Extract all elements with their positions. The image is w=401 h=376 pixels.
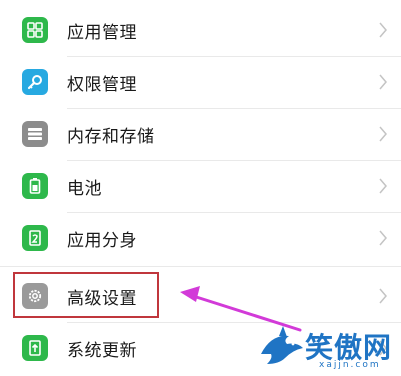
shark-logo-icon [261,326,303,364]
chevron-right-icon [379,230,387,246]
settings-item-label: 内存和存储 [67,126,155,147]
section-divider [0,266,401,267]
settings-item-permission-management[interactable]: 权限管理 [0,56,401,108]
watermark-url: xajjn.com [319,360,381,370]
key-icon [22,69,48,95]
watermark: 笑傲网 xajjn.com [257,324,397,374]
settings-item-memory-storage[interactable]: 内存和存储 [0,108,401,160]
chevron-right-icon [379,126,387,142]
highlight-box [13,272,159,318]
settings-item-label: 系统更新 [67,340,137,361]
settings-item-app-clone[interactable]: 应用分身 [0,212,401,264]
storage-list-icon [22,121,48,147]
chevron-right-icon [379,22,387,38]
settings-item-app-management[interactable]: 应用管理 [0,4,401,56]
settings-item-label: 电池 [67,178,102,199]
battery-icon [22,173,48,199]
chevron-right-icon [379,74,387,90]
settings-item-label: 应用分身 [67,230,137,251]
settings-item-label: 应用管理 [67,22,137,43]
settings-item-battery[interactable]: 电池 [0,160,401,212]
system-update-icon [22,335,48,361]
settings-item-label: 权限管理 [67,74,137,95]
apps-grid-icon [22,17,48,43]
chevron-right-icon [379,288,387,304]
app-clone-icon [22,225,48,251]
settings-screen: 应用管理 权限管理 内存和存储 电池 应用分身 高级设置 系统更新 笑傲网 xa… [0,0,401,376]
chevron-right-icon [379,178,387,194]
